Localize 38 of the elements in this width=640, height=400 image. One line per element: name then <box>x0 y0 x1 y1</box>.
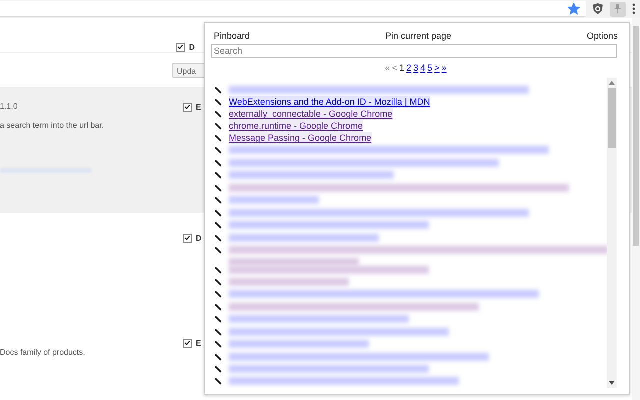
pin-extension-button[interactable] <box>610 2 626 16</box>
scrollbar[interactable] <box>632 18 640 400</box>
page-link[interactable]: 2 <box>406 63 412 73</box>
checkbox-label: D <box>189 42 195 52</box>
page-number: 1 <box>399 63 404 73</box>
checkbox-label: E <box>196 338 202 348</box>
description-text: Docs family of products. <box>0 348 86 357</box>
bookmark-link[interactable]: Message Passing - Google Chrome <box>229 132 372 144</box>
popup-title: Pinboard <box>214 31 250 43</box>
shield-icon[interactable] <box>592 3 604 15</box>
scrollbar-thumb[interactable] <box>633 26 639 246</box>
scrollbar-thumb[interactable] <box>608 88 616 148</box>
options-link[interactable]: Options <box>586 31 618 44</box>
checkbox[interactable] <box>176 42 186 52</box>
checkbox[interactable] <box>183 102 192 112</box>
page-link[interactable]: 5 <box>428 63 433 73</box>
scroll-up-icon[interactable] <box>609 81 615 85</box>
bookmark-link[interactable]: WebExtensions and the Add-on ID - Mozilla | MDN <box>229 96 430 108</box>
scroll-down-icon[interactable] <box>609 381 615 385</box>
checkbox[interactable] <box>183 338 192 348</box>
checkbox-label: D <box>196 234 202 242</box>
bookmark-link[interactable]: externally_connectable - Google Chrome <box>229 108 393 120</box>
search-field[interactable]: Search <box>211 44 617 58</box>
page-number: « <box>385 63 390 73</box>
page-number: < <box>392 63 398 73</box>
scrollbar[interactable] <box>607 78 617 388</box>
menu-icon[interactable] <box>632 3 636 15</box>
page-link[interactable]: 4 <box>420 63 426 73</box>
star-icon[interactable] <box>568 2 580 14</box>
page-link[interactable]: » <box>442 63 447 73</box>
pin-page-link[interactable]: Pin current page <box>385 31 452 44</box>
checkbox-label: E <box>196 102 202 112</box>
checkbox[interactable] <box>183 234 192 242</box>
version-text: 1.1.0 <box>0 102 19 111</box>
bookmark-link[interactable]: chrome.runtime - Google Chrome <box>229 120 364 132</box>
description-text: a search term into the url bar. <box>0 121 106 130</box>
page-link[interactable]: > <box>434 63 440 73</box>
page-link[interactable]: 3 <box>413 63 418 73</box>
